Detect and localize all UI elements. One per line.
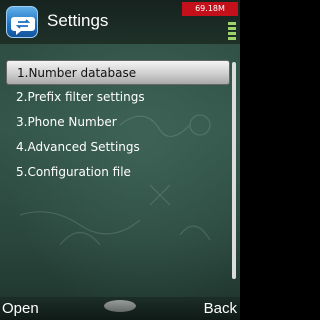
menu-item-advanced-settings[interactable]: 4.Advanced Settings (6, 135, 230, 160)
menu-item-phone-number[interactable]: 3.Phone Number (6, 110, 230, 135)
scrollbar-thumb[interactable] (232, 62, 236, 279)
memory-indicator: 69.18M (182, 2, 238, 16)
settings-screen: Settings 69.18M 1.Number database 2.Pref… (0, 0, 240, 320)
menu-item-prefix-filter-settings[interactable]: 2.Prefix filter settings (6, 85, 230, 110)
menu-item-number-database[interactable]: 1.Number database (6, 60, 230, 85)
open-softkey[interactable]: Open (2, 300, 39, 317)
page-title: Settings (47, 11, 109, 30)
signal-battery-icon (228, 22, 236, 40)
scrollbar[interactable] (232, 62, 236, 279)
settings-menu: 1.Number database 2.Prefix filter settin… (6, 60, 230, 185)
phone-chat-icon (6, 6, 38, 38)
menu-item-configuration-file[interactable]: 5.Configuration file (6, 160, 230, 185)
back-softkey[interactable]: Back (204, 300, 237, 317)
center-select-key[interactable] (104, 300, 136, 312)
